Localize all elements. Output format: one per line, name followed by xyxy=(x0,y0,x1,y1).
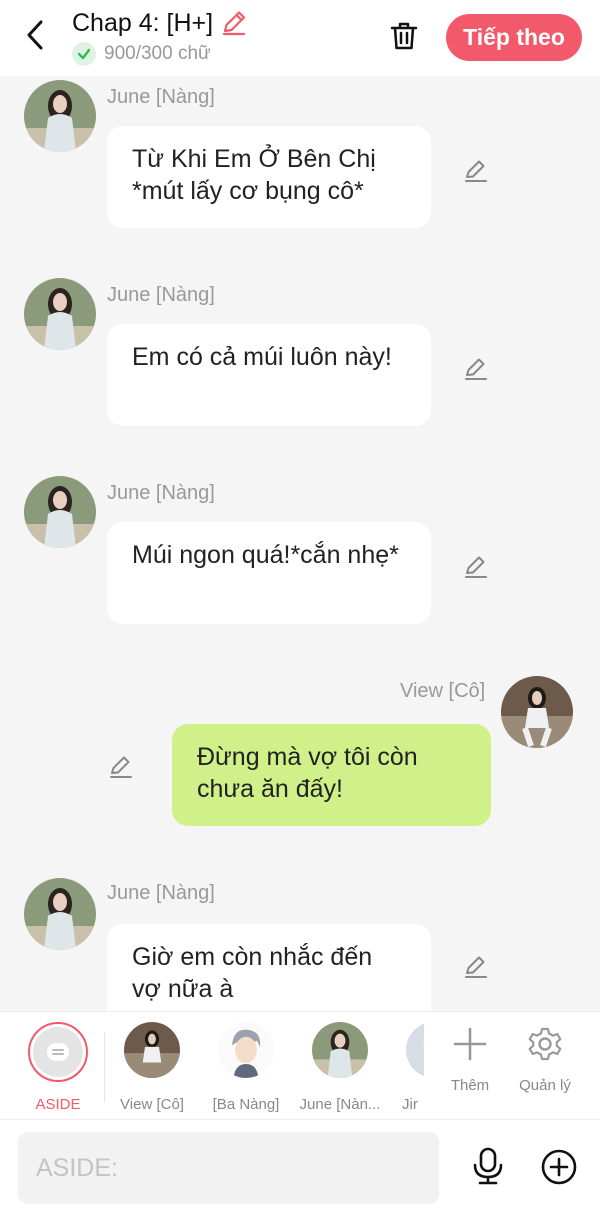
check-icon xyxy=(72,42,96,66)
aside-selected-ring xyxy=(28,1022,88,1082)
microphone-icon[interactable] xyxy=(468,1146,508,1186)
title-row: Chap 4: [H+] xyxy=(72,8,249,38)
manage-label: Quản lý xyxy=(519,1077,571,1094)
edit-message-icon[interactable] xyxy=(461,552,491,582)
message-bubble[interactable]: Từ Khi Em Ở Bên Chị *mút lấy cơ bụng cô* xyxy=(107,126,431,228)
avatar-june[interactable] xyxy=(24,878,96,950)
character-selector: ASIDE View [Cô] [Ba Nàng] June [Nàn... J… xyxy=(0,1011,600,1119)
top-bar: Chap 4: [H+] 900/300 chữ Tiếp theo xyxy=(0,0,600,76)
gear-icon xyxy=(528,1027,562,1061)
character-view[interactable]: View [Cô] xyxy=(106,1022,198,1113)
message-input[interactable] xyxy=(18,1132,439,1204)
next-button[interactable]: Tiếp theo xyxy=(446,14,582,61)
character-label: [Ba Nàng] xyxy=(212,1096,280,1113)
character-aside[interactable]: ASIDE xyxy=(12,1022,104,1113)
edit-message-icon[interactable] xyxy=(461,952,491,982)
sender-name: View [Cô] xyxy=(400,680,486,702)
add-circle-icon[interactable] xyxy=(538,1146,580,1188)
aside-icon xyxy=(33,1027,83,1077)
plus-icon xyxy=(453,1027,487,1061)
edit-message-icon[interactable] xyxy=(106,752,136,782)
avatar-june[interactable] xyxy=(24,278,96,350)
chat-area[interactable]: June [Nàng] Từ Khi Em Ở Bên Chị *mút lấy… xyxy=(0,76,600,1011)
sender-name: June [Nàng] xyxy=(107,882,215,904)
composer xyxy=(0,1119,600,1209)
character-label: June [Nàn... xyxy=(299,1096,381,1113)
sender-name: June [Nàng] xyxy=(107,482,215,504)
avatar xyxy=(406,1022,424,1078)
message-bubble[interactable]: Múi ngon quá!*cắn nhẹ* xyxy=(107,522,431,624)
character-label: Jir xyxy=(402,1096,418,1113)
avatar xyxy=(312,1022,368,1078)
character-label: ASIDE xyxy=(35,1096,81,1113)
message-bubble[interactable]: Đừng mà vợ tôi còn chưa ăn đấy! xyxy=(172,724,491,826)
message-bubble[interactable]: Giờ em còn nhắc đến vợ nữa à xyxy=(107,924,431,1011)
character-label: View [Cô] xyxy=(120,1096,184,1113)
word-count-row: 900/300 chữ xyxy=(72,42,211,66)
avatar-june[interactable] xyxy=(24,80,96,152)
trash-icon[interactable] xyxy=(384,16,424,56)
divider xyxy=(104,1032,105,1102)
avatar-june[interactable] xyxy=(24,476,96,548)
chapter-title: Chap 4: [H+] xyxy=(72,8,214,37)
add-character-button[interactable]: Thêm xyxy=(430,1026,510,1094)
avatar-view[interactable] xyxy=(501,676,573,748)
manage-button[interactable]: Quản lý xyxy=(505,1026,585,1094)
avatar xyxy=(124,1022,180,1078)
word-count: 900/300 chữ xyxy=(104,43,211,64)
sender-name: June [Nàng] xyxy=(107,86,215,108)
character-june[interactable]: June [Nàn... xyxy=(294,1022,386,1113)
character-jir[interactable]: Jir xyxy=(388,1022,424,1113)
edit-message-icon[interactable] xyxy=(461,156,491,186)
edit-title-icon[interactable] xyxy=(219,8,249,38)
message-bubble[interactable]: Em có cả múi luôn này! xyxy=(107,324,431,426)
character-ba-nang[interactable]: [Ba Nàng] xyxy=(200,1022,292,1113)
edit-message-icon[interactable] xyxy=(461,354,491,384)
sender-name: June [Nàng] xyxy=(107,284,215,306)
avatar xyxy=(218,1022,274,1078)
back-arrow-icon[interactable] xyxy=(20,18,50,52)
add-label: Thêm xyxy=(450,1077,490,1094)
